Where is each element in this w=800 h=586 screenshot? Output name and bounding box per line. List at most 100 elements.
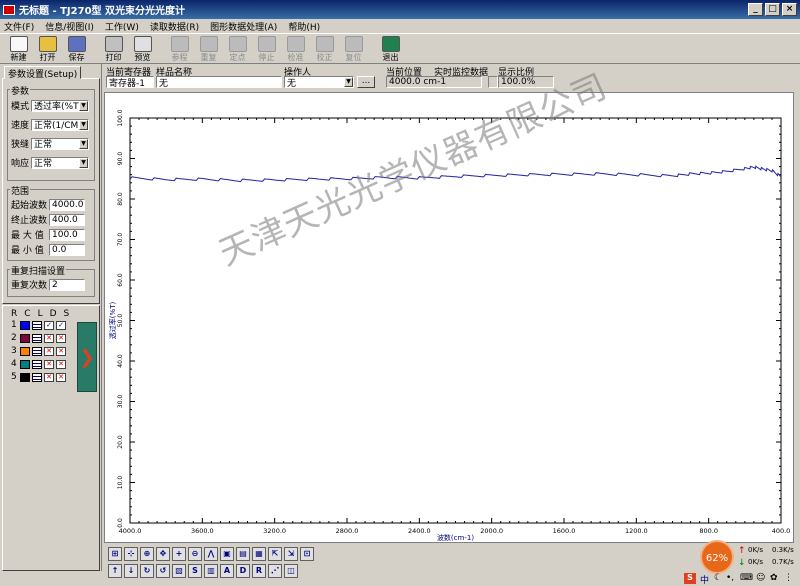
more-icon[interactable]: ⋮ (784, 573, 793, 583)
chart-tool-1[interactable]: ⊹ (124, 547, 138, 561)
moon-icon[interactable]: ☾ (714, 573, 722, 583)
tab-setup[interactable]: 参数设置(Setup) (4, 66, 82, 80)
chevron-down-icon[interactable]: ▼ (344, 77, 353, 87)
menu-item-4[interactable]: 图形数据处理(A) (210, 20, 277, 33)
toolbar-button-1[interactable]: 打开 (34, 34, 61, 63)
chart-tool-b10[interactable]: ⋰ (268, 564, 282, 578)
operator-select[interactable]: 无 ▼ (284, 76, 354, 89)
maximize-button[interactable]: □ (765, 3, 780, 16)
menu-item-2[interactable]: 工作(W) (105, 20, 139, 33)
trace-select-checkbox[interactable]: ✕ (56, 346, 66, 356)
trace-line-style[interactable] (32, 372, 42, 382)
chart-tool-b3[interactable]: ↺ (156, 564, 170, 578)
chart-tool-b0[interactable]: ↑ (108, 564, 122, 578)
menu-item-1[interactable]: 信息/视图(I) (45, 20, 94, 33)
toolbar-button-3[interactable]: 打印 (100, 34, 127, 63)
trace-select-checkbox[interactable]: ✕ (56, 372, 66, 382)
trace-color-swatch[interactable] (20, 372, 30, 382)
chart-tool-4[interactable]: + (172, 547, 186, 561)
chart-tool-b4[interactable]: ▧ (172, 564, 186, 578)
chart-tool-b9[interactable]: R (252, 564, 266, 578)
close-button[interactable]: × (782, 3, 797, 16)
speed-select[interactable]: 正常(1/CM) ▼ (31, 118, 89, 131)
memory-badge[interactable]: 62% (700, 540, 734, 574)
end-input[interactable]: 400.0 (49, 213, 85, 226)
chart-tool-0[interactable]: ⊞ (108, 547, 122, 561)
slit-select[interactable]: 正常 ▼ (31, 137, 89, 150)
chart-tool-b11[interactable]: ◫ (284, 564, 298, 578)
mode-select[interactable]: 透过率(%T) ▼ (31, 99, 89, 112)
minimize-button[interactable]: _ (748, 3, 763, 16)
settings-icon[interactable]: ✿ (770, 573, 778, 583)
toolbar-button-2[interactable]: 保存 (63, 34, 90, 63)
trace-display-checkbox[interactable]: ✕ (44, 333, 54, 343)
sample-field[interactable]: 无 (156, 76, 282, 89)
chart-tool-b5[interactable]: S (188, 564, 202, 578)
chart-tool-12[interactable]: ⊡ (300, 547, 314, 561)
trace-display-checkbox[interactable]: ✕ (44, 346, 54, 356)
chart-tool-11[interactable]: ⇲ (284, 547, 298, 561)
trace-number: 4 (11, 359, 17, 369)
sogou-icon[interactable]: S (684, 573, 696, 584)
chevron-down-icon[interactable]: ▼ (79, 100, 88, 111)
menu-item-0[interactable]: 文件(F) (4, 20, 34, 33)
start-input[interactable]: 4000.0 (49, 198, 85, 211)
chart-tool-b1[interactable]: ↓ (124, 564, 138, 578)
trace-line-style[interactable] (32, 320, 42, 330)
toolbar-button-5[interactable]: 参程 (166, 34, 193, 63)
trace-select-checkbox[interactable]: ✕ (56, 333, 66, 343)
punct-icon[interactable]: •, (726, 573, 734, 583)
response-select[interactable]: 正常 ▼ (31, 156, 89, 169)
trace-display-checkbox[interactable]: ✕ (44, 372, 54, 382)
toolbar-button-10[interactable]: 校正 (311, 34, 338, 63)
trace-select-checkbox[interactable]: ✕ (56, 359, 66, 369)
chart-tool-6[interactable]: ⋀ (204, 547, 218, 561)
trace-select-checkbox[interactable]: ✓ (56, 320, 66, 330)
keyboard-icon[interactable]: ⌨ (740, 573, 753, 583)
chart-tool-7[interactable]: ▣ (220, 547, 234, 561)
menu-item-5[interactable]: 帮助(H) (288, 20, 320, 33)
user-icon[interactable]: ☺ (756, 573, 765, 583)
toolbar-label: 检准 (287, 53, 304, 62)
toolbar-button-9[interactable]: 检准 (282, 34, 309, 63)
toolbar-button-7[interactable]: 定点 (224, 34, 251, 63)
toolbar-label: 校正 (316, 53, 333, 62)
trace-line-style[interactable] (32, 333, 42, 343)
chart-tool-b7[interactable]: A (220, 564, 234, 578)
toolbar-button-4[interactable]: 预览 (129, 34, 156, 63)
chevron-down-icon[interactable]: ▼ (79, 157, 88, 168)
chevron-down-icon[interactable]: ▼ (79, 119, 88, 130)
trace-display-checkbox[interactable]: ✓ (44, 320, 54, 330)
browse-button[interactable]: ... (357, 76, 375, 88)
chart-tool-9[interactable]: ▦ (252, 547, 266, 561)
trace-display-checkbox[interactable]: ✕ (44, 359, 54, 369)
trace-line-style[interactable] (32, 359, 42, 369)
toolbar-button-6[interactable]: 重复 (195, 34, 222, 63)
toolbar-label: 打开 (39, 53, 56, 62)
toolbar-button-11[interactable]: 复位 (340, 34, 367, 63)
chart-tool-2[interactable]: ⊕ (140, 547, 154, 561)
chart-tool-8[interactable]: ▤ (236, 547, 250, 561)
chart-tool-b2[interactable]: ↻ (140, 564, 154, 578)
expand-arrow-button[interactable]: ❯ (77, 322, 97, 392)
toolbar-button-0[interactable]: 新建 (5, 34, 32, 63)
repeat-input[interactable]: 2 (49, 278, 85, 291)
trace-color-swatch[interactable] (20, 346, 30, 356)
trace-color-swatch[interactable] (20, 320, 30, 330)
chart-tool-b6[interactable]: ▥ (204, 564, 218, 578)
trace-color-swatch[interactable] (20, 359, 30, 369)
toolbar-button-8[interactable]: 停止 (253, 34, 280, 63)
chart-tool-b8[interactable]: D (236, 564, 250, 578)
trace-line-style[interactable] (32, 346, 42, 356)
trace-color-swatch[interactable] (20, 333, 30, 343)
max-input[interactable]: 100.0 (49, 228, 85, 241)
min-input[interactable]: 0.0 (49, 243, 85, 256)
chart-tool-10[interactable]: ⇱ (268, 547, 282, 561)
chevron-down-icon[interactable]: ▼ (79, 138, 88, 149)
toolbar-button-12[interactable]: 退出 (377, 34, 404, 63)
chart-tool-3[interactable]: ✥ (156, 547, 170, 561)
ime-mode[interactable]: 中 (700, 573, 709, 586)
register-field[interactable]: 寄存器-1 (106, 76, 154, 89)
chart-tool-5[interactable]: ⊖ (188, 547, 202, 561)
menu-item-3[interactable]: 读取数据(R) (150, 20, 199, 33)
